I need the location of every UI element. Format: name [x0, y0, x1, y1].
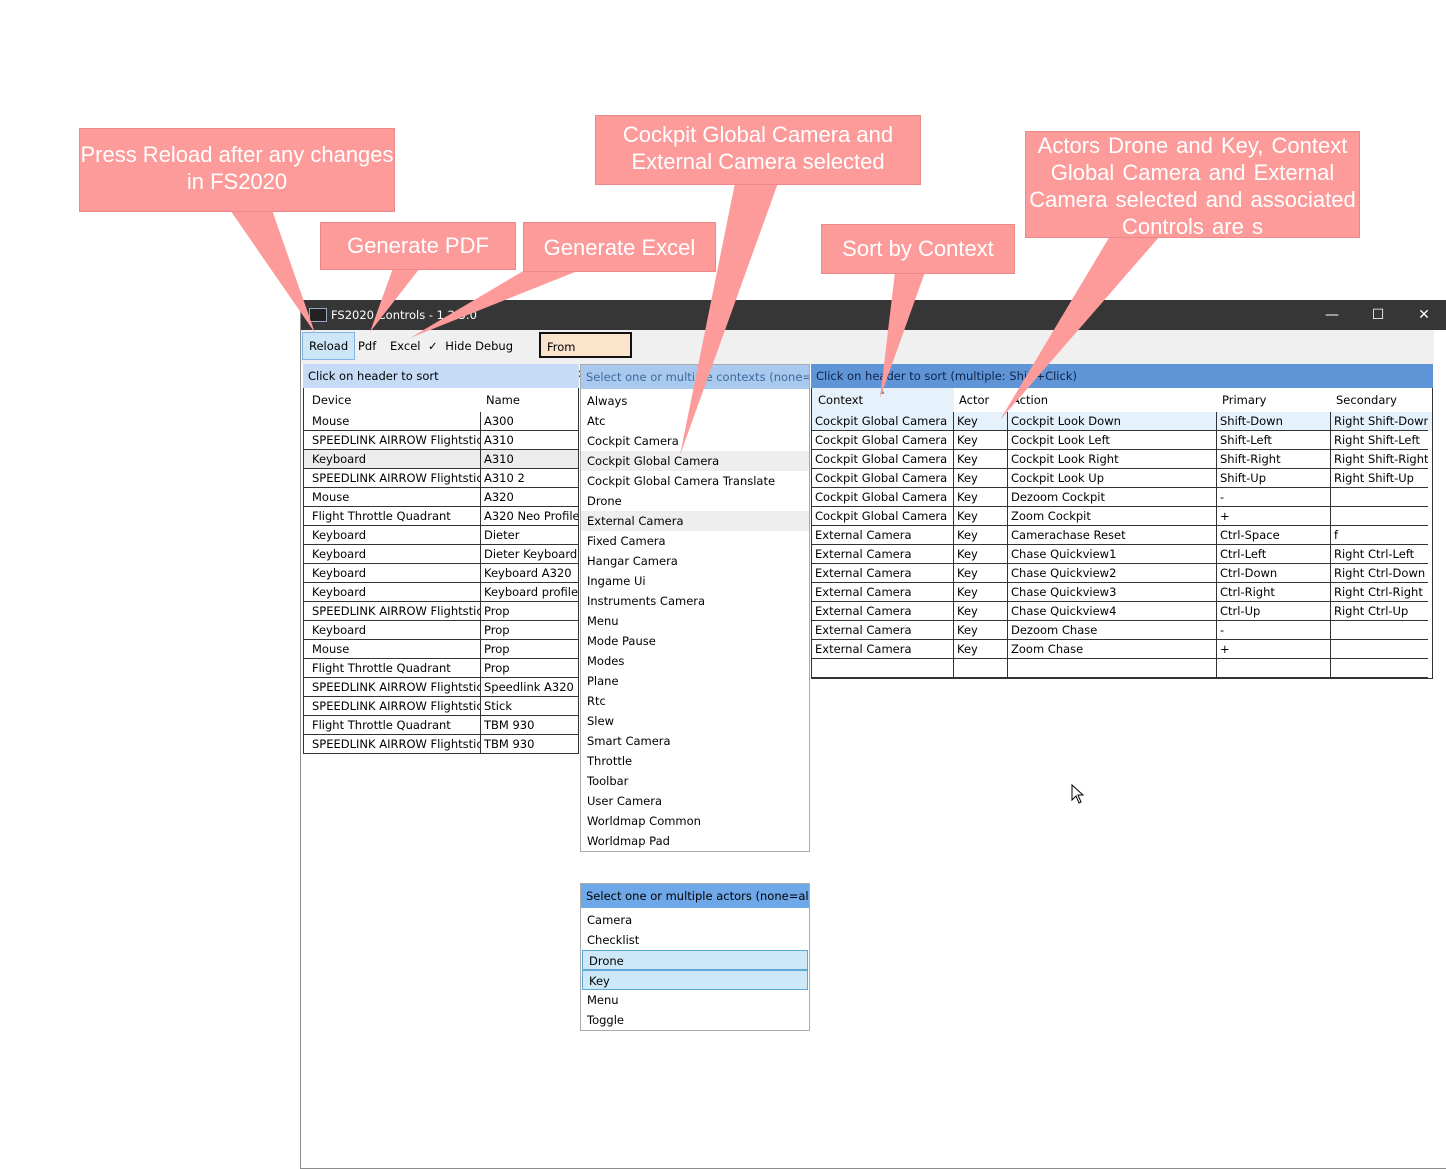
reload-pointer	[230, 210, 315, 333]
excel-pointer	[410, 270, 580, 338]
callout-actors: Actors Drone and Key, Context Global Cam…	[1025, 131, 1360, 238]
callout-excel: Generate Excel	[523, 222, 716, 272]
callout-pdf: Generate PDF	[320, 222, 516, 270]
mouse-cursor-icon	[1071, 784, 1085, 804]
pdf-pointer	[370, 268, 420, 332]
callout-reload: Press Reload after any changes in FS2020	[79, 128, 395, 212]
callout-contexts: Cockpit Global Camera and External Camer…	[595, 115, 921, 185]
actors-pointer	[1000, 236, 1160, 420]
sort-pointer	[880, 272, 925, 398]
callout-sort: Sort by Context	[821, 224, 1015, 274]
